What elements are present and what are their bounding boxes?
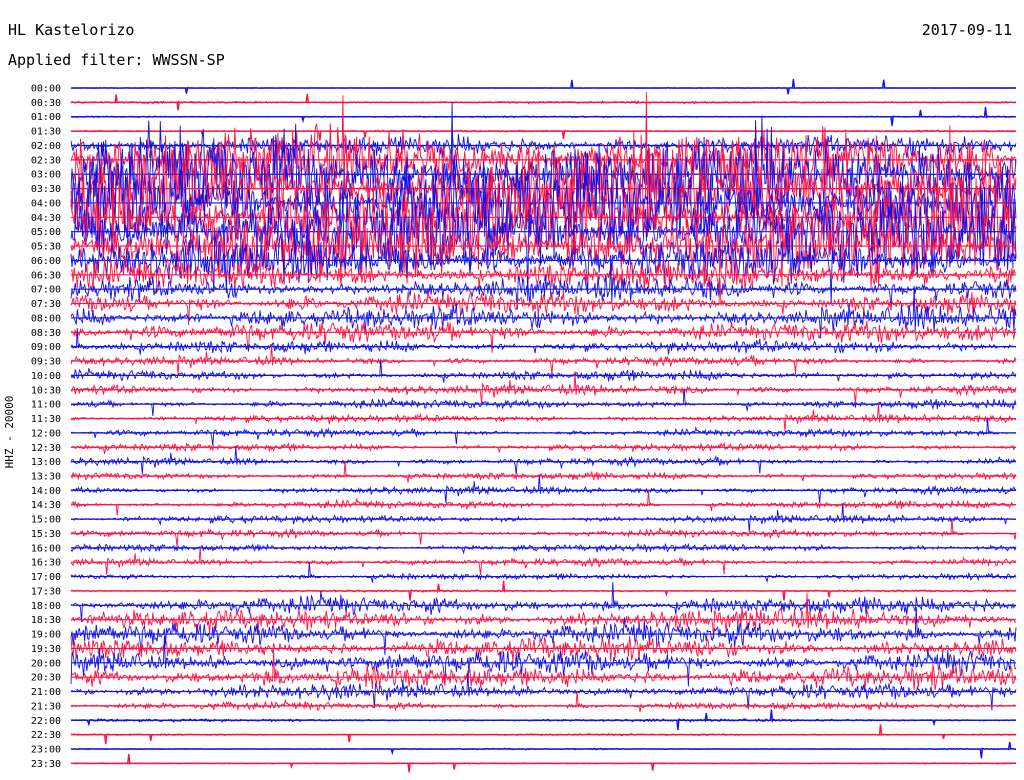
row-label-1430: 14:30 [31,500,61,511]
row-label-1700: 17:00 [31,572,61,583]
row-label-0000: 00:00 [31,84,61,95]
row-label-0230: 02:30 [31,155,61,166]
trace-2300 [70,741,1017,759]
row-label-1230: 12:30 [31,443,61,454]
row-label-1730: 17:30 [31,586,61,597]
trace-layer [70,78,1017,773]
trace-1600 [70,542,1017,555]
row-label-0700: 07:00 [31,285,61,296]
row-label-1830: 18:30 [31,615,61,626]
trace-1330 [70,460,1017,483]
trace-1430 [70,489,1017,516]
row-label-2230: 22:30 [31,730,61,741]
row-label-2200: 22:00 [31,716,61,727]
row-label-1500: 15:00 [31,515,61,526]
trace-1800 [70,582,1017,623]
row-label-2330: 23:30 [31,759,61,770]
trace-1500 [71,503,1017,532]
trace-0000 [71,78,1016,95]
trace-0930 [70,343,1017,375]
row-label-0600: 06:00 [31,256,61,267]
row-label-1900: 19:00 [31,630,61,641]
row-label-0430: 04:30 [31,213,61,224]
row-label-0400: 04:00 [31,198,61,209]
row-label-2100: 21:00 [31,687,61,698]
row-label-0130: 01:30 [31,127,61,138]
trace-1700 [70,562,1017,584]
row-label-0530: 05:30 [31,242,61,253]
row-label-2030: 20:30 [31,673,61,684]
row-label-0830: 08:30 [31,328,61,339]
trace-0130 [70,129,1017,141]
tick-label-layer: 00:00 00:30 01:00 01:30 02:00 02:30 03:00 03:30… [31,84,61,770]
row-label-1330: 13:30 [31,471,61,482]
row-label-1100: 11:00 [31,400,61,411]
row-label-1930: 19:30 [31,644,61,655]
helicorder-plot: 00:00 00:30 01:00 01:30 02:00 02:30 03:00 03:30… [31,78,1017,773]
trace-2130 [70,690,1017,713]
trace-1100 [70,388,1017,416]
trace-1200 [70,417,1017,446]
row-label-0630: 06:30 [31,270,61,281]
row-label-0900: 09:00 [31,342,61,353]
row-label-1600: 16:00 [31,543,61,554]
row-label-2130: 21:30 [31,701,61,712]
row-label-0100: 01:00 [31,112,61,123]
row-label-1300: 13:00 [31,457,61,468]
trace-1130 [70,402,1017,432]
row-label-1630: 16:30 [31,558,61,569]
row-label-2300: 23:00 [31,745,61,756]
row-label-0930: 09:30 [31,357,61,368]
row-label-0500: 05:00 [31,227,61,238]
row-label-1030: 10:30 [31,385,61,396]
row-label-1530: 15:30 [31,529,61,540]
row-label-0200: 02:00 [31,141,61,152]
trace-1400 [70,474,1017,504]
trace-2030 [70,648,1017,691]
row-label-1200: 12:00 [31,428,61,439]
row-label-0730: 07:30 [31,299,61,310]
row-label-1130: 11:30 [31,414,61,425]
trace-2100 [70,670,1017,711]
row-label-0300: 03:00 [31,170,61,181]
row-label-2000: 20:00 [31,658,61,669]
row-label-0030: 00:30 [31,98,61,109]
row-label-1400: 14:00 [31,486,61,497]
row-label-0330: 03:30 [31,184,61,195]
row-label-0800: 08:00 [31,313,61,324]
row-label-1000: 10:00 [31,371,61,382]
row-label-1800: 18:00 [31,601,61,612]
